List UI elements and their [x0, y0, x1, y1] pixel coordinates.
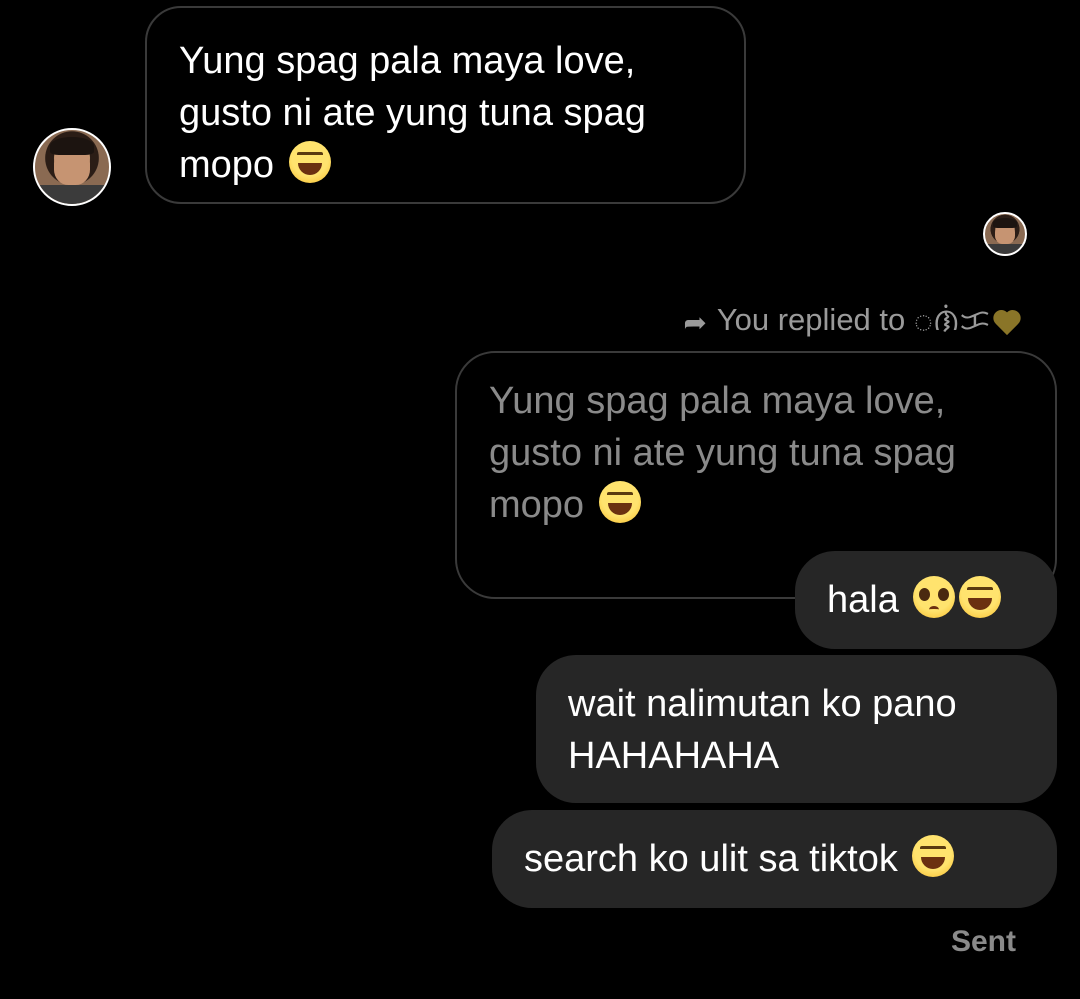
incoming-message-bubble[interactable]: Yung spag pala maya love, gusto ni ate y…	[145, 6, 746, 204]
heart-icon	[992, 307, 1022, 337]
laughing-emoji-icon	[288, 141, 331, 183]
reply-arrow-icon: ➦	[683, 306, 707, 338]
message-text: hala	[827, 579, 899, 621]
reply-header: ➦ You replied to ᜀᜈᜒᜃ	[683, 298, 1022, 346]
message-line: HAHAHAHA	[568, 735, 780, 777]
avatar-hair	[993, 218, 1017, 228]
avatar-shirt	[985, 243, 1025, 254]
laughing-emoji-icon	[598, 481, 641, 523]
message-line: mopo	[179, 139, 714, 191]
reply-header-text: You replied to ᜀᜈᜒᜃ	[716, 302, 990, 337]
outgoing-message-bubble[interactable]: hala	[795, 551, 1057, 649]
avatar-shirt	[35, 184, 109, 204]
message-line: wait nalimutan ko pano	[568, 683, 957, 725]
sent-status: Sent	[950, 925, 1016, 958]
message-line: Yung spag pala maya love,	[179, 40, 636, 82]
outgoing-message-bubble[interactable]: wait nalimutan ko pano HAHAHAHA	[536, 655, 1057, 803]
quoted-line: gusto ni ate yung tuna spag	[489, 432, 956, 474]
quoted-line: Yung spag pala maya love,	[489, 380, 946, 422]
outgoing-message-bubble[interactable]: search ko ulit sa tiktok	[492, 810, 1057, 908]
laughing-emoji-icon	[959, 576, 1002, 618]
message-line: gusto ni ate yung tuna spag	[179, 92, 646, 134]
avatar-hair	[49, 137, 95, 156]
contact-avatar[interactable]	[33, 128, 111, 206]
seen-avatar	[983, 212, 1027, 256]
pleading-emoji-icon	[913, 576, 956, 618]
message-text: search ko ulit sa tiktok	[524, 838, 898, 880]
quoted-line: mopo	[489, 479, 1025, 531]
laughing-emoji-icon	[912, 835, 955, 877]
